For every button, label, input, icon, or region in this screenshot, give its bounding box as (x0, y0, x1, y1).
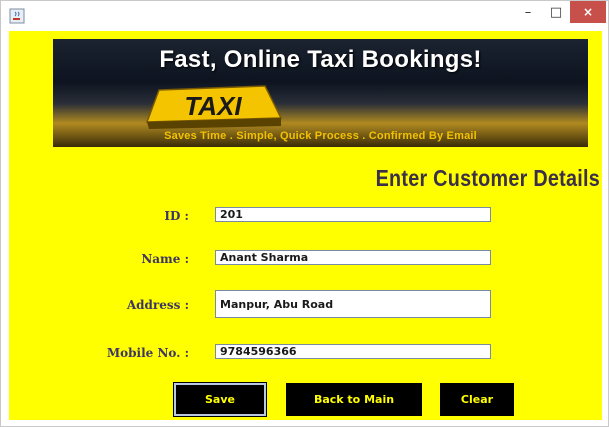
save-button[interactable]: Save (173, 382, 267, 417)
minimize-button[interactable]: – (514, 1, 542, 23)
app-window: – □ × Fast, Online Taxi Bookings! TAXI S… (0, 0, 609, 427)
taxi-sign-text: TAXI (184, 91, 242, 121)
mobile-label: Mobile No. : (106, 346, 189, 360)
mobile-field[interactable]: 9784596366 (215, 344, 491, 359)
address-label: Address : (126, 298, 189, 312)
page-title: Enter Customer Details (375, 165, 600, 191)
java-coffee-icon (9, 8, 25, 24)
taxi-sign-image: TAXI (145, 85, 283, 129)
back-to-main-button[interactable]: Back to Main (286, 383, 422, 416)
close-button[interactable]: × (570, 1, 606, 23)
banner-subtitle: Saves Time . Simple, Quick Process . Con… (164, 130, 477, 142)
id-label: ID : (164, 209, 189, 223)
id-field[interactable]: 201 (215, 207, 491, 222)
title-bar[interactable]: – □ × (1, 1, 608, 31)
address-field[interactable]: Manpur, Abu Road (215, 290, 491, 318)
clear-button[interactable]: Clear (440, 383, 514, 416)
maximize-button[interactable]: □ (542, 1, 570, 23)
taxi-banner-image: Fast, Online Taxi Bookings! TAXI Saves T… (53, 39, 588, 147)
name-label: Name : (141, 252, 189, 266)
name-field[interactable]: Anant Sharma (215, 250, 491, 265)
form-panel: Fast, Online Taxi Bookings! TAXI Saves T… (9, 31, 602, 420)
banner-title: Fast, Online Taxi Bookings! (159, 46, 482, 73)
